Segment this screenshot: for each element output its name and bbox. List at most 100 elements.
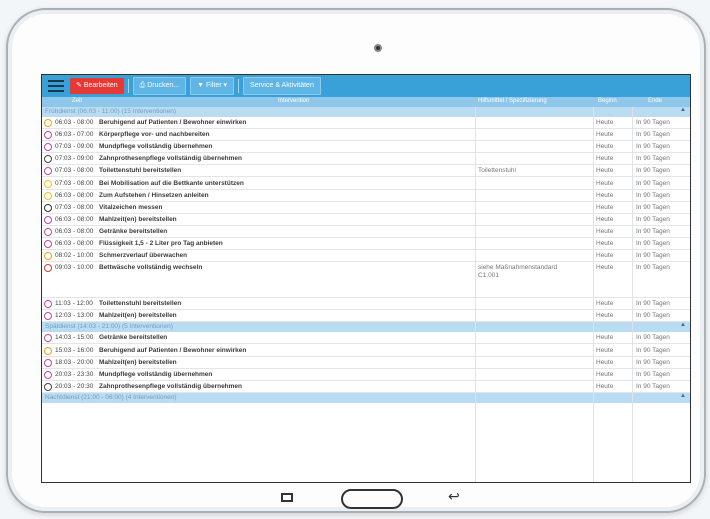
column-header-hilfsmittel[interactable]: Hilfsmittel / Spezifizierung [478, 98, 547, 104]
row-beginn: Heute [596, 300, 614, 308]
row-ende: In 90 Tagen [636, 240, 670, 247]
column-divider [593, 107, 594, 482]
row-intervention: Zahnprothesenpflege vollständig übernehm… [99, 155, 243, 163]
row-ende: In 90 Tagen [636, 203, 670, 211]
row-intervention: Toilettenstuhl bereitstellen [99, 300, 182, 308]
row-beginn: Heute [596, 215, 614, 223]
row-intervention: Mahlzeit(en) bereitstellen [99, 358, 177, 366]
recent-apps-icon[interactable] [281, 493, 293, 502]
status-dot-icon [44, 155, 52, 164]
filter-button[interactable]: ▼ Filter ▾ [190, 77, 235, 95]
row-time: 12:03 - 13:00 [55, 312, 94, 320]
row-time: 09:03 - 10:00 [55, 264, 94, 272]
column-header-beginn[interactable]: Beginn [598, 98, 617, 104]
status-dot-icon [44, 143, 52, 152]
row-intervention: Mahlzeit(en) bereitstellen [99, 312, 177, 320]
row-ende: In 90 Tagen [636, 215, 670, 223]
row-time: 07:03 - 09:00 [55, 143, 94, 151]
row-hilfsmittel: Toilettenstuhl [478, 167, 516, 175]
column-divider [632, 107, 633, 482]
row-ende: In 90 Tagen [636, 370, 670, 378]
row-beginn: Heute [596, 370, 614, 378]
row-time: 18:03 - 20:00 [55, 358, 94, 366]
collapse-caret-icon[interactable]: ▲ [680, 107, 686, 113]
row-beginn: Heute [596, 191, 614, 199]
row-time: 06:03 - 07:00 [55, 131, 94, 139]
group-title: Spätdienst (14:03 - 21:00) (5 Interventi… [45, 323, 173, 331]
status-dot-icon [44, 370, 52, 379]
row-time: 06:03 - 08:00 [55, 215, 94, 223]
row-ende: In 90 Tagen [636, 179, 670, 187]
home-button[interactable] [341, 489, 403, 509]
row-beginn: Heute [596, 227, 614, 235]
status-dot-icon [44, 215, 52, 224]
status-dot-icon [44, 382, 52, 391]
row-ende: In 90 Tagen [636, 346, 670, 354]
row-ende: In 90 Tagen [636, 300, 670, 308]
status-dot-icon [44, 264, 52, 273]
status-dot-icon [44, 191, 52, 200]
status-dot-icon [44, 252, 52, 261]
row-time: 08:02 - 10:00 [55, 252, 94, 260]
back-icon[interactable]: ↩ [448, 488, 460, 505]
row-intervention: Flüssigkeit 1,5 - 2 Liter pro Tag anbiet… [99, 240, 223, 247]
row-intervention: Zum Aufstehen / Hinsetzen anleiten [99, 191, 209, 199]
status-dot-icon [44, 358, 52, 367]
row-intervention: Mundpflege vollständig übernehmen [99, 143, 213, 151]
column-divider [475, 107, 476, 482]
row-time: 11:03 - 12:00 [55, 300, 93, 308]
row-ende: In 90 Tagen [636, 252, 670, 260]
print-button[interactable]: ⎙ Drucken... [132, 77, 187, 95]
camera-icon [374, 44, 382, 52]
column-headers: Zeit Intervention Hilfsmittel / Spezifiz… [42, 97, 690, 107]
row-time: 06:03 - 08:00 [55, 119, 94, 126]
row-beginn: Heute [596, 252, 614, 260]
toolbar-separator [127, 79, 129, 93]
edit-button-label: Bearbeiten [83, 82, 118, 89]
row-beginn: Heute [596, 358, 614, 366]
app-screen: ✎ Bearbeiten ⎙ Drucken... ▼ Filter ▾ Ser… [41, 74, 691, 483]
group-title: Nachtdienst (21:00 - 06:00) (4 Intervent… [45, 393, 177, 401]
status-dot-icon [44, 227, 52, 236]
filter-button-label: Filter [206, 82, 222, 89]
row-beginn: Heute [596, 334, 614, 342]
row-beginn: Heute [596, 382, 614, 390]
hamburger-menu-icon[interactable] [48, 80, 64, 92]
status-dot-icon [44, 300, 52, 309]
collapse-caret-icon[interactable]: ▲ [680, 322, 686, 328]
row-time: 06:03 - 08:00 [55, 240, 94, 247]
status-dot-icon [44, 131, 52, 140]
row-ende: In 90 Tagen [636, 191, 670, 199]
row-time: 20:03 - 20:30 [55, 382, 94, 390]
row-beginn: Heute [596, 131, 614, 139]
row-beginn: Heute [596, 143, 614, 151]
row-time: 14:03 - 15:00 [55, 334, 94, 342]
row-ende: In 90 Tagen [636, 131, 670, 139]
collapse-caret-icon[interactable]: ▲ [680, 393, 686, 399]
edit-button[interactable]: ✎ Bearbeiten [70, 78, 124, 94]
row-intervention: Toilettenstuhl bereitstellen [99, 167, 182, 175]
row-intervention: Mundpflege vollständig übernehmen [99, 370, 213, 378]
tablet-frame: ✎ Bearbeiten ⎙ Drucken... ▼ Filter ▾ Ser… [6, 8, 706, 513]
column-header-ende[interactable]: Ende [648, 98, 662, 104]
column-header-intervention[interactable]: Intervention [278, 98, 309, 104]
print-button-label: Drucken... [147, 82, 180, 89]
row-intervention: Vitalzeichen messen [99, 203, 163, 211]
status-dot-icon [44, 334, 52, 343]
row-beginn: Heute [596, 167, 614, 175]
row-intervention: Mahlzeit(en) bereitstellen [99, 215, 177, 223]
row-intervention: Getränke bereitstellen [99, 334, 168, 342]
row-beginn: Heute [596, 312, 614, 320]
column-header-zeit[interactable]: Zeit [72, 98, 82, 104]
row-intervention: Beruhigend auf Patienten / Bewohner einw… [99, 119, 247, 126]
status-dot-icon [44, 312, 52, 321]
row-ende: In 90 Tagen [636, 312, 670, 320]
row-ende: In 90 Tagen [636, 382, 670, 390]
services-button[interactable]: Service & Aktivitäten [243, 77, 321, 95]
row-ende: In 90 Tagen [636, 167, 670, 175]
status-dot-icon [44, 240, 52, 248]
row-ende: In 90 Tagen [636, 119, 670, 126]
row-hilfsmittel: siehe Maßnahmenstandard C1.001 [478, 264, 558, 280]
row-beginn: Heute [596, 240, 614, 247]
row-time: 15:03 - 16:00 [55, 346, 94, 354]
